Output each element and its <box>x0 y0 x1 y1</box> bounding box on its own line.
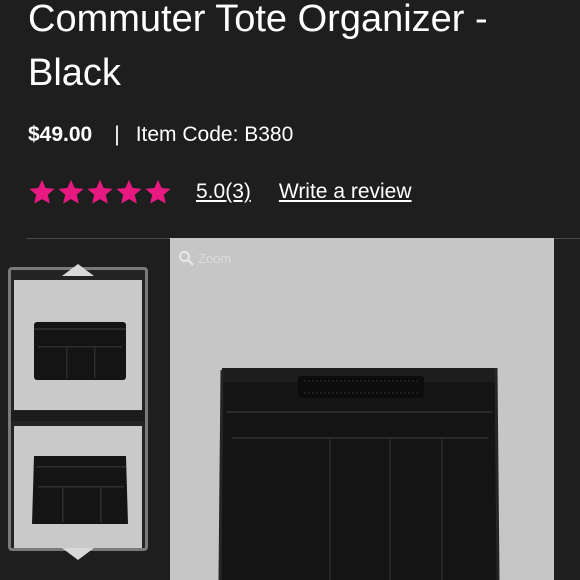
item-code: Item Code: B380 <box>135 123 294 146</box>
rating-value: 5.0 <box>196 180 226 203</box>
main-product-image[interactable]: Zoom <box>170 238 554 580</box>
rating-count: (3) <box>225 180 251 203</box>
thumbnail-2[interactable] <box>14 426 142 548</box>
write-review-link[interactable]: Write a review <box>279 180 412 204</box>
rating-stars <box>28 178 172 206</box>
thumbnail-1[interactable] <box>14 280 142 410</box>
thumbnail-carousel <box>8 267 148 551</box>
chevron-up-icon[interactable] <box>62 262 94 276</box>
star-icon <box>29 179 55 204</box>
thumbnail-gap <box>11 411 145 421</box>
star-icon <box>145 179 171 204</box>
chevron-down-icon[interactable] <box>62 548 94 562</box>
organizer-front-image <box>14 280 142 410</box>
price-separator: | <box>114 123 120 146</box>
star-icon <box>87 179 113 204</box>
product-title: Commuter Tote Organizer - Black <box>28 0 488 94</box>
rating-row: 5.0(3) Write a review <box>28 176 412 208</box>
organizer-photo <box>218 367 500 580</box>
product-price: $49.00 <box>28 123 93 146</box>
rating-reviews-link[interactable]: 5.0(3) <box>196 180 251 204</box>
star-icon <box>58 179 84 204</box>
star-icon <box>116 179 142 204</box>
organizer-angle-image <box>14 426 142 548</box>
price-row: $49.00 | Item Code: B380 <box>28 120 293 150</box>
